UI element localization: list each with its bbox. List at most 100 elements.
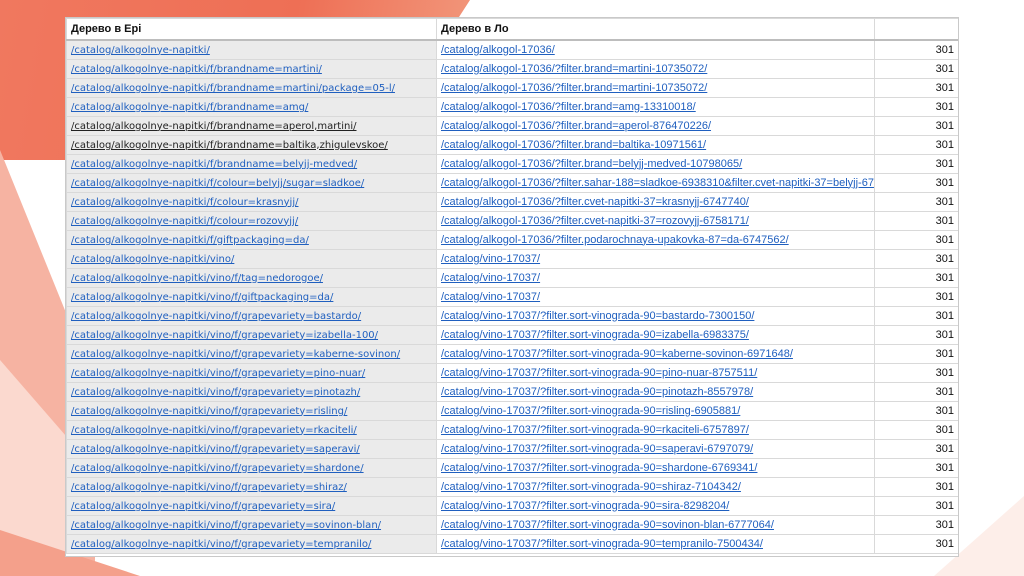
cell-status-code[interactable]: 301 [874, 439, 958, 459]
cell-status-code[interactable]: 301 [874, 78, 958, 98]
cell-new-url[interactable]: /catalog/vino-17037/?filter.sort-vinogra… [436, 382, 875, 402]
cell-new-url[interactable]: /catalog/vino-17037/?filter.sort-vinogra… [436, 439, 875, 459]
cell-status-code[interactable]: 301 [874, 287, 958, 307]
header-new-url[interactable]: Дерево в Ло [436, 18, 875, 41]
cell-new-url[interactable]: /catalog/vino-17037/ [436, 268, 875, 288]
cell-status-code[interactable]: 301 [874, 192, 958, 212]
cell-new-url[interactable]: /catalog/vino-17037/?filter.sort-vinogra… [436, 401, 875, 421]
cell-old-url[interactable]: /catalog/alkogolnye-napitki/ [66, 39, 437, 60]
cell-old-url[interactable]: /catalog/alkogolnye-napitki/vino/f/giftp… [66, 287, 437, 307]
table-body: /catalog/alkogolnye-napitki//catalog/alk… [66, 39, 958, 554]
cell-status-code[interactable]: 301 [874, 116, 958, 136]
cell-new-url[interactable]: /catalog/alkogol-17036/?filter.brand=bal… [436, 135, 875, 155]
cell-new-url[interactable]: /catalog/vino-17037/?filter.sort-vinogra… [436, 325, 875, 345]
cell-new-url[interactable]: /catalog/vino-17037/?filter.sort-vinogra… [436, 344, 875, 364]
cell-new-url[interactable]: /catalog/vino-17037/?filter.sort-vinogra… [436, 363, 875, 383]
cell-old-url[interactable]: /catalog/alkogolnye-napitki/f/brandname=… [66, 78, 437, 98]
cell-old-url[interactable]: /catalog/alkogolnye-napitki/f/giftpackag… [66, 230, 437, 250]
cell-new-url[interactable]: /catalog/alkogol-17036/?filter.podarochn… [436, 230, 875, 250]
cell-new-url[interactable]: /catalog/alkogol-17036/?filter.sahar-188… [436, 173, 875, 193]
cell-old-url[interactable]: /catalog/alkogolnye-napitki/vino/f/tag=n… [66, 268, 437, 288]
table-row: /catalog/alkogolnye-napitki/f/brandname=… [66, 116, 958, 136]
table-row: /catalog/alkogolnye-napitki/f/giftpackag… [66, 230, 958, 250]
table-row: /catalog/alkogolnye-napitki/vino/f/grape… [66, 515, 958, 535]
cell-new-url[interactable]: /catalog/alkogol-17036/?filter.cvet-napi… [436, 192, 875, 212]
cell-old-url[interactable]: /catalog/alkogolnye-napitki/vino/f/grape… [66, 344, 437, 364]
cell-status-code[interactable]: 301 [874, 59, 958, 79]
table-row: /catalog/alkogolnye-napitki/vino/f/grape… [66, 306, 958, 326]
cell-new-url[interactable]: /catalog/alkogol-17036/?filter.brand=ape… [436, 116, 875, 136]
cell-status-code[interactable]: 301 [874, 401, 958, 421]
cell-new-url[interactable]: /catalog/vino-17037/?filter.sort-vinogra… [436, 496, 875, 516]
cell-old-url[interactable]: /catalog/alkogolnye-napitki/vino/f/grape… [66, 306, 437, 326]
table-row: /catalog/alkogolnye-napitki/f/colour=roz… [66, 211, 958, 231]
cell-old-url[interactable]: /catalog/alkogolnye-napitki/vino/f/grape… [66, 458, 437, 478]
cell-old-url[interactable]: /catalog/alkogolnye-napitki/f/brandname=… [66, 116, 437, 136]
table-row: /catalog/alkogolnye-napitki/vino/f/grape… [66, 420, 958, 440]
cell-new-url[interactable]: /catalog/vino-17037/?filter.sort-vinogra… [436, 306, 875, 326]
header-old-url[interactable]: Дерево в Ері [66, 18, 437, 41]
cell-old-url[interactable]: /catalog/alkogolnye-napitki/vino/f/grape… [66, 439, 437, 459]
cell-status-code[interactable]: 301 [874, 39, 958, 60]
cell-status-code[interactable]: 301 [874, 249, 958, 269]
cell-status-code[interactable]: 301 [874, 363, 958, 383]
cell-old-url[interactable]: /catalog/alkogolnye-napitki/vino/f/grape… [66, 515, 437, 535]
cell-status-code[interactable]: 301 [874, 458, 958, 478]
cell-old-url[interactable]: /catalog/alkogolnye-napitki/vino/f/grape… [66, 496, 437, 516]
cell-status-code[interactable]: 301 [874, 382, 958, 402]
cell-old-url[interactable]: /catalog/alkogolnye-napitki/f/colour=kra… [66, 192, 437, 212]
cell-status-code[interactable]: 301 [874, 97, 958, 117]
table-row: /catalog/alkogolnye-napitki/vino//catalo… [66, 249, 958, 269]
cell-old-url[interactable]: /catalog/alkogolnye-napitki/vino/f/grape… [66, 534, 437, 554]
cell-old-url[interactable]: /catalog/alkogolnye-napitki/f/brandname=… [66, 59, 437, 79]
cell-old-url[interactable]: /catalog/alkogolnye-napitki/f/colour=roz… [66, 211, 437, 231]
table-row: /catalog/alkogolnye-napitki/vino/f/giftp… [66, 287, 958, 307]
cell-new-url[interactable]: /catalog/alkogol-17036/?filter.brand=amg… [436, 97, 875, 117]
cell-status-code[interactable]: 301 [874, 211, 958, 231]
cell-status-code[interactable]: 301 [874, 173, 958, 193]
cell-status-code[interactable]: 301 [874, 230, 958, 250]
table-row: /catalog/alkogolnye-napitki/vino/f/grape… [66, 439, 958, 459]
cell-new-url[interactable]: /catalog/vino-17037/ [436, 249, 875, 269]
cell-new-url[interactable]: /catalog/vino-17037/?filter.sort-vinogra… [436, 458, 875, 478]
cell-old-url[interactable]: /catalog/alkogolnye-napitki/f/brandname=… [66, 154, 437, 174]
cell-status-code[interactable]: 301 [874, 325, 958, 345]
cell-status-code[interactable]: 301 [874, 268, 958, 288]
cell-old-url[interactable]: /catalog/alkogolnye-napitki/f/colour=bel… [66, 173, 437, 193]
cell-status-code[interactable]: 301 [874, 154, 958, 174]
cell-old-url[interactable]: /catalog/alkogolnye-napitki/vino/f/grape… [66, 420, 437, 440]
cell-status-code[interactable]: 301 [874, 135, 958, 155]
cell-old-url[interactable]: /catalog/alkogolnye-napitki/vino/ [66, 249, 437, 269]
cell-status-code[interactable]: 301 [874, 496, 958, 516]
cell-status-code[interactable]: 301 [874, 477, 958, 497]
cell-old-url[interactable]: /catalog/alkogolnye-napitki/vino/f/grape… [66, 382, 437, 402]
cell-status-code[interactable]: 301 [874, 534, 958, 554]
cell-new-url[interactable]: /catalog/vino-17037/ [436, 287, 875, 307]
cell-new-url[interactable]: /catalog/vino-17037/?filter.sort-vinogra… [436, 515, 875, 535]
spreadsheet: Дерево в Ері Дерево в Ло /catalog/alkogo… [66, 18, 958, 556]
cell-old-url[interactable]: /catalog/alkogolnye-napitki/vino/f/grape… [66, 401, 437, 421]
table-row: /catalog/alkogolnye-napitki//catalog/alk… [66, 39, 958, 60]
table-row: /catalog/alkogolnye-napitki/vino/f/grape… [66, 325, 958, 345]
cell-new-url[interactable]: /catalog/alkogol-17036/?filter.brand=mar… [436, 78, 875, 98]
table-row: /catalog/alkogolnye-napitki/f/brandname=… [66, 154, 958, 174]
cell-old-url[interactable]: /catalog/alkogolnye-napitki/f/brandname=… [66, 135, 437, 155]
cell-new-url[interactable]: /catalog/alkogol-17036/?filter.brand=mar… [436, 59, 875, 79]
cell-new-url[interactable]: /catalog/vino-17037/?filter.sort-vinogra… [436, 534, 875, 554]
header-status[interactable] [874, 18, 958, 41]
cell-new-url[interactable]: /catalog/vino-17037/?filter.sort-vinogra… [436, 477, 875, 497]
cell-old-url[interactable]: /catalog/alkogolnye-napitki/vino/f/grape… [66, 477, 437, 497]
cell-new-url[interactable]: /catalog/alkogol-17036/ [436, 39, 875, 60]
cell-status-code[interactable]: 301 [874, 306, 958, 326]
cell-new-url[interactable]: /catalog/alkogol-17036/?filter.cvet-napi… [436, 211, 875, 231]
cell-status-code[interactable]: 301 [874, 420, 958, 440]
cell-old-url[interactable]: /catalog/alkogolnye-napitki/vino/f/grape… [66, 363, 437, 383]
cell-new-url[interactable]: /catalog/vino-17037/?filter.sort-vinogra… [436, 420, 875, 440]
cell-old-url[interactable]: /catalog/alkogolnye-napitki/f/brandname=… [66, 97, 437, 117]
cell-new-url[interactable]: /catalog/alkogol-17036/?filter.brand=bel… [436, 154, 875, 174]
cell-old-url[interactable]: /catalog/alkogolnye-napitki/vino/f/grape… [66, 325, 437, 345]
table-row: /catalog/alkogolnye-napitki/vino/f/grape… [66, 382, 958, 402]
cell-status-code[interactable]: 301 [874, 344, 958, 364]
table-row: /catalog/alkogolnye-napitki/f/brandname=… [66, 135, 958, 155]
cell-status-code[interactable]: 301 [874, 515, 958, 535]
